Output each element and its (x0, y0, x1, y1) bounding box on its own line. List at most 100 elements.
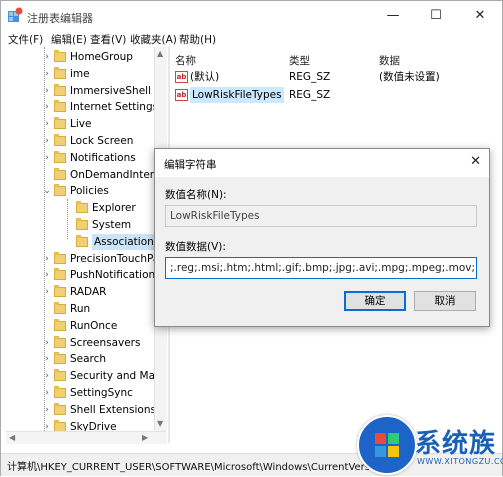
tree-item-label: RADAR (70, 286, 107, 299)
folder-icon (54, 402, 66, 415)
folder-icon (54, 184, 66, 197)
folder-icon (54, 302, 66, 314)
tree-item-label: PushNotifications (70, 269, 161, 282)
folder-icon (54, 335, 66, 348)
menu-help[interactable]: 帮助(H) (179, 32, 216, 47)
scroll-down-icon[interactable]: ▼ (157, 419, 163, 428)
title-bar: 注册表编辑器 — ☐ ✕ (1, 1, 502, 31)
collapsed-chevron-icon[interactable]: › (42, 133, 52, 149)
registry-key-tree[interactable]: › HomeGroup › ime › ImmersiveShell › Internet S… (6, 47, 166, 443)
tree-item-label: Run (70, 303, 91, 315)
tree-item-label: ImmersiveShell (70, 84, 152, 97)
folder-icon (54, 268, 66, 281)
folder-icon (54, 251, 66, 264)
close-button[interactable]: ✕ (463, 1, 497, 31)
status-path: 计算机\HKEY_CURRENT_USER\SOFTWARE\Microsoft… (7, 462, 395, 473)
dialog-title-bar: 编辑字符串 ✕ (155, 149, 489, 177)
collapsed-chevron-icon[interactable]: › (42, 351, 52, 367)
tree-horizontal-scrollbar[interactable]: ◀ ▶ (6, 431, 166, 444)
tree-item-label: Policies (70, 185, 109, 198)
expanded-chevron-icon[interactable]: ⌄ (42, 183, 52, 199)
dialog-title: 编辑字符串 (164, 159, 217, 171)
folder-icon (54, 134, 66, 146)
menu-file[interactable]: 文件(F) (8, 32, 43, 47)
minimize-button[interactable]: — (376, 1, 410, 31)
collapsed-chevron-icon[interactable]: › (42, 267, 52, 283)
collapsed-chevron-icon[interactable]: › (42, 99, 52, 115)
collapsed-chevron-icon[interactable]: › (42, 402, 52, 418)
value-row-default[interactable]: ab (默认) REG_SZ (数值未设置) (173, 69, 498, 85)
collapsed-chevron-icon[interactable]: › (42, 66, 52, 82)
folder-icon (54, 352, 66, 365)
logo-yellow-pane (388, 446, 399, 457)
column-header-type[interactable]: 类型 (289, 53, 310, 68)
folder-icon (76, 218, 88, 230)
folder-icon (54, 66, 66, 79)
folder-icon (54, 369, 66, 382)
logo-green-pane (388, 433, 399, 444)
value-row-lowriskfiletypes[interactable]: ab LowRiskFileTypes REG_SZ (173, 87, 498, 103)
cancel-button[interactable]: 取消 (414, 291, 476, 311)
tree-item-label: System (92, 219, 132, 231)
folder-icon (76, 201, 88, 214)
tree-item-label: OnDemandInterfac (70, 168, 166, 181)
collapsed-chevron-icon[interactable]: › (42, 368, 52, 384)
value-name: (默认) (190, 71, 220, 83)
ab-string-icon: ab (175, 89, 188, 101)
scroll-up-icon[interactable]: ▲ (157, 49, 163, 58)
column-header-data[interactable]: 数据 (379, 53, 400, 68)
value-data-field[interactable]: ;.reg;.msi;.htm;.html;.gif;.bmp;.jpg;.av… (165, 257, 477, 279)
collapsed-chevron-icon[interactable]: › (42, 49, 52, 65)
dialog-close-button[interactable]: ✕ (470, 154, 481, 169)
windows-logo-icon (357, 415, 417, 475)
collapsed-chevron-icon[interactable]: › (42, 251, 52, 267)
menu-edit[interactable]: 编辑(E) (51, 32, 87, 47)
value-name: LowRiskFileTypes (190, 87, 284, 103)
folder-icon (54, 117, 66, 130)
xitongzu-watermark: 系统族 WWW.XITONGZU.COM (357, 415, 503, 477)
collapsed-chevron-icon[interactable]: › (42, 116, 52, 132)
collapsed-chevron-icon[interactable]: › (42, 385, 52, 401)
column-header-name[interactable]: 名称 (175, 53, 196, 68)
value-name-field[interactable]: LowRiskFileTypes (165, 205, 477, 227)
tree-item-label: Notifications (70, 151, 136, 164)
tree-item-label: Explorer (92, 202, 136, 215)
window-title: 注册表编辑器 (27, 12, 93, 25)
ok-button[interactable]: 确定 (344, 291, 406, 311)
logo-red-pane (375, 433, 386, 444)
registry-editor-window: 注册表编辑器 — ☐ ✕ 文件(F) 编辑(E) 查看(V) 收藏夹(A) 帮助… (0, 0, 503, 476)
menu-view[interactable]: 查看(V) (90, 32, 126, 47)
value-type: REG_SZ (289, 89, 331, 101)
tree-item-label: Shell Extensions (70, 403, 156, 416)
tree-item-label: PrecisionTouchPac (70, 252, 166, 265)
ab-string-icon: ab (175, 71, 188, 83)
value-name-label: 数值名称(N): (165, 189, 227, 201)
folder-icon (54, 386, 66, 398)
watermark-brand: 系统族 (415, 429, 497, 459)
collapsed-chevron-icon[interactable]: › (42, 150, 52, 166)
folder-icon (54, 318, 66, 331)
watermark-url: WWW.XITONGZU.COM (417, 457, 503, 466)
menu-bar: 文件(F) 编辑(E) 查看(V) 收藏夹(A) 帮助(H) (1, 31, 502, 47)
tree-item-label: Internet Settings (70, 101, 159, 114)
tree-item-label: Screensavers (70, 336, 141, 349)
tree-item-label: Security and Maint (70, 370, 166, 383)
collapsed-chevron-icon[interactable]: › (42, 83, 52, 99)
folder-icon (54, 83, 66, 96)
collapsed-chevron-icon[interactable]: › (42, 284, 52, 300)
folder-icon (54, 100, 66, 113)
collapsed-chevron-icon[interactable]: › (42, 335, 52, 351)
folder-icon (54, 50, 66, 62)
logo-blue-pane (375, 446, 386, 457)
tree-item-label: Search (70, 353, 107, 366)
maximize-button[interactable]: ☐ (419, 1, 453, 31)
folder-icon (76, 234, 88, 247)
tree-item-label: Live (70, 118, 92, 131)
edit-string-dialog: 编辑字符串 ✕ 数值名称(N): LowRiskFileTypes 数值数据(V… (154, 148, 490, 327)
tree-item-label: ime (70, 67, 90, 80)
tree-item-label: RunOnce (70, 319, 118, 332)
menu-favorites[interactable]: 收藏夹(A) (130, 32, 177, 47)
value-type: REG_SZ (289, 71, 331, 83)
scroll-left-icon[interactable]: ◀ (9, 433, 15, 442)
scroll-right-icon[interactable]: ▶ (142, 433, 148, 442)
